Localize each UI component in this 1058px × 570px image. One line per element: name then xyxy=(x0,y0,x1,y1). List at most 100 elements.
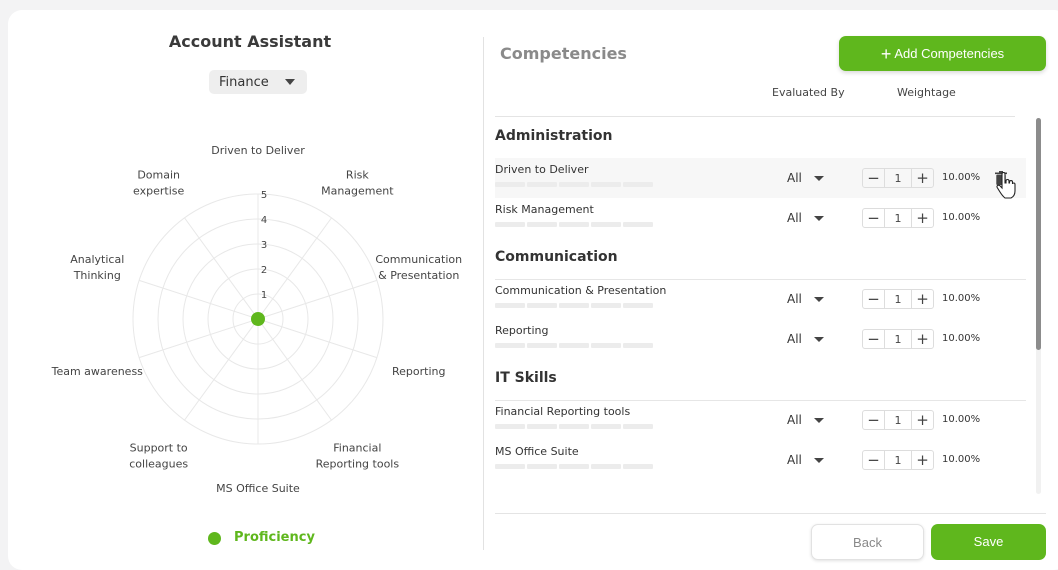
caret-down-icon[interactable] xyxy=(814,297,824,302)
radar-scale-label: 2 xyxy=(261,265,267,276)
radar-axis-label: Analytical Thinking xyxy=(70,253,124,282)
increment-button[interactable]: + xyxy=(912,411,933,429)
caret-down-icon[interactable] xyxy=(814,458,824,463)
radar-spoke xyxy=(257,318,378,359)
proficiency-bars[interactable] xyxy=(495,343,653,348)
competencies-title: Competencies xyxy=(500,44,627,63)
add-competencies-button[interactable]: + Add Competencies xyxy=(839,36,1046,71)
radar-axis-label: Communication & Presentation xyxy=(375,253,462,282)
increment-button[interactable]: + xyxy=(912,330,933,348)
proficiency-bars[interactable] xyxy=(495,424,653,429)
radar-spoke xyxy=(257,318,332,421)
radar-scale-label: 4 xyxy=(261,215,267,226)
competency-row: MS Office Suite All − 1 + 10.00% xyxy=(495,440,1026,480)
radar-spoke xyxy=(257,279,378,320)
profile-panel: Account Assistant Finance 1 2 3 4 5 Driven to… xyxy=(0,0,484,550)
weight-stepper: − 1 + xyxy=(862,329,934,349)
caret-down-icon[interactable] xyxy=(814,216,824,221)
decrement-button[interactable]: − xyxy=(863,169,884,187)
column-header-evaluated-by: Evaluated By xyxy=(772,86,845,99)
panel-divider xyxy=(483,37,484,550)
radar-scale-label: 5 xyxy=(261,190,267,201)
competency-name: MS Office Suite xyxy=(495,445,579,458)
radar-axis-label: Risk Management xyxy=(321,168,394,197)
weight-value[interactable]: 1 xyxy=(884,290,912,308)
evaluated-by-dropdown[interactable]: All xyxy=(787,211,802,225)
proficiency-bars[interactable] xyxy=(495,303,653,308)
competency-name: Reporting xyxy=(495,324,549,337)
scrollbar-thumb[interactable] xyxy=(1036,118,1041,350)
competency-name: Risk Management xyxy=(495,203,594,216)
back-button[interactable]: Back xyxy=(811,524,924,560)
weight-stepper: − 1 + xyxy=(862,410,934,430)
increment-button[interactable]: + xyxy=(912,451,933,469)
weight-percent: 10.00% xyxy=(942,212,981,223)
competency-row: Communication & Presentation All − 1 + 1… xyxy=(495,279,1026,319)
radar-data-point xyxy=(251,312,265,326)
weight-stepper: − 1 + xyxy=(862,208,934,228)
proficiency-bars[interactable] xyxy=(495,182,653,187)
radar-chart: 1 2 3 4 5 Driven to Deliver Risk Management Comm… xyxy=(51,144,462,495)
weight-percent: 10.00% xyxy=(942,414,981,425)
competency-name: Driven to Deliver xyxy=(495,163,589,176)
decrement-button[interactable]: − xyxy=(863,290,884,308)
radar-axis-label: Reporting xyxy=(392,365,445,378)
weight-percent: 10.00% xyxy=(942,454,981,465)
caret-down-icon[interactable] xyxy=(814,337,824,342)
decrement-button[interactable]: − xyxy=(863,209,884,227)
radar-axis-label: Financial Reporting tools xyxy=(316,442,400,471)
weight-percent: 10.00% xyxy=(942,293,981,304)
group-title: Administration xyxy=(495,128,613,144)
radar-spoke xyxy=(257,217,332,320)
weight-stepper: − 1 + xyxy=(862,450,934,470)
caret-down-icon[interactable] xyxy=(814,418,824,423)
legend-proficiency[interactable]: Proficiency xyxy=(234,530,315,545)
column-header-weightage: Weightage xyxy=(897,86,956,99)
radar-scale-label: 3 xyxy=(261,240,267,251)
competency-row: Reporting All − 1 + 10.00% xyxy=(495,319,1026,359)
weight-percent: 10.00% xyxy=(942,172,981,183)
add-competencies-label: Add Competencies xyxy=(894,46,1005,61)
proficiency-bars[interactable] xyxy=(495,464,653,469)
radar-axis-label: Domain expertise xyxy=(133,168,184,197)
decrement-button[interactable]: − xyxy=(863,330,884,348)
proficiency-bars[interactable] xyxy=(495,222,653,227)
increment-button[interactable]: + xyxy=(912,290,933,308)
competency-row: Risk Management All − 1 + 10.00% xyxy=(495,198,1026,238)
evaluated-by-dropdown[interactable]: All xyxy=(787,292,802,306)
decrement-button[interactable]: − xyxy=(863,451,884,469)
weight-stepper: − 1 + xyxy=(862,289,934,309)
radar-spoke xyxy=(138,318,259,359)
competency-row: Driven to Deliver All − 1 + 10.00% xyxy=(495,158,1026,198)
evaluated-by-dropdown[interactable]: All xyxy=(787,453,802,467)
radar-scale-label: 1 xyxy=(261,290,267,301)
evaluated-by-dropdown[interactable]: All xyxy=(787,171,802,185)
caret-down-icon[interactable] xyxy=(814,176,824,181)
radar-spoke xyxy=(184,318,259,421)
weight-stepper: − 1 + xyxy=(862,168,934,188)
radar-spoke xyxy=(184,217,259,320)
hand-cursor-icon xyxy=(996,172,1016,199)
save-button[interactable]: Save xyxy=(931,524,1046,560)
radar-axis-label: Driven to Deliver xyxy=(211,144,305,157)
decrement-button[interactable]: − xyxy=(863,411,884,429)
competency-name: Financial Reporting tools xyxy=(495,405,631,418)
weight-value[interactable]: 1 xyxy=(884,330,912,348)
increment-button[interactable]: + xyxy=(912,169,933,187)
evaluated-by-dropdown[interactable]: All xyxy=(787,413,802,427)
weight-value[interactable]: 1 xyxy=(884,451,912,469)
weight-value[interactable]: 1 xyxy=(884,411,912,429)
footer-divider xyxy=(495,513,1046,514)
radar-axis-label: MS Office Suite xyxy=(216,482,300,495)
competency-row: Financial Reporting tools All − 1 + 10.0… xyxy=(495,400,1026,440)
weight-percent: 10.00% xyxy=(942,333,981,344)
weight-value[interactable]: 1 xyxy=(884,169,912,187)
increment-button[interactable]: + xyxy=(912,209,933,227)
radar-axis-label: Team awareness xyxy=(51,365,144,378)
weight-value[interactable]: 1 xyxy=(884,209,912,227)
group-title: Communication xyxy=(495,249,618,265)
competency-name: Communication & Presentation xyxy=(495,284,667,297)
evaluated-by-dropdown[interactable]: All xyxy=(787,332,802,346)
group-title: IT Skills xyxy=(495,370,557,386)
plus-icon: + xyxy=(880,43,892,64)
